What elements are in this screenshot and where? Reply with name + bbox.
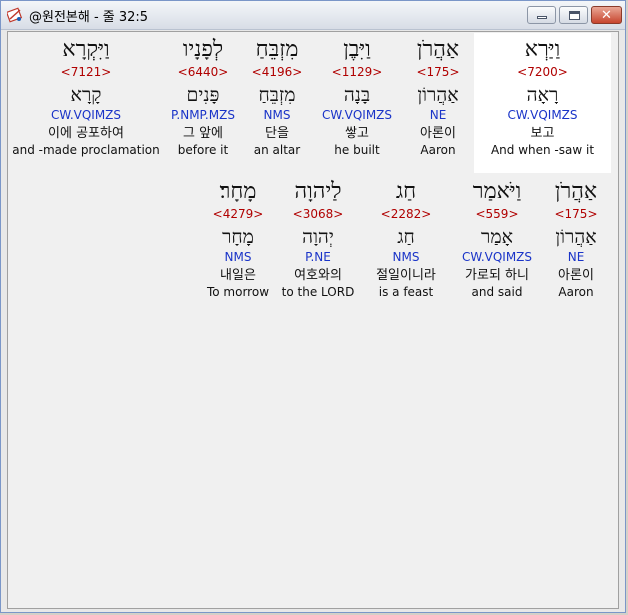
strong-number[interactable]: <7121> bbox=[11, 64, 161, 80]
strong-number[interactable]: <3068> bbox=[276, 206, 360, 222]
strong-number[interactable]: <175> bbox=[400, 64, 476, 80]
hebrew-lemma: רָאָה bbox=[526, 84, 559, 106]
word-block[interactable]: וַיִּבֶן <1129> בָּנָה CW.VQIMZS 쌓고 he b… bbox=[312, 36, 402, 158]
hebrew-lemma: אַהֲרוֹן bbox=[417, 84, 459, 106]
korean-gloss: 그 앞에 bbox=[182, 126, 223, 141]
maximize-button[interactable] bbox=[559, 6, 588, 24]
hebrew-word: וַיִּבֶן bbox=[343, 37, 371, 62]
word-block[interactable]: וַיֹּאמַר <559> אָמַר CW.VQIMZS 가로되 하니 a… bbox=[452, 178, 542, 300]
english-gloss: To morrow bbox=[206, 285, 270, 299]
english-gloss: and -made proclamation bbox=[12, 143, 160, 157]
english-gloss: before it bbox=[177, 143, 229, 157]
word-block[interactable]: מִזְבֵּחַ <4196> מִזְבֵּחַ NMS 단을 an alt… bbox=[244, 36, 310, 158]
hebrew-word: אַהֲרֹן bbox=[416, 37, 460, 62]
korean-gloss: 절일이니라 bbox=[376, 268, 436, 283]
word-block[interactable]: חַג <2282> חַג NMS 절일이니라 is a feast bbox=[364, 178, 448, 300]
morphology-code: NMS bbox=[263, 108, 291, 122]
hebrew-lemma: יְהוָה bbox=[302, 226, 334, 248]
window-title: @원전본해 - 줄 32:5 bbox=[29, 10, 149, 25]
english-gloss: is a feast bbox=[378, 285, 434, 299]
hebrew-word: מִזְבֵּחַ bbox=[255, 37, 299, 62]
word-block[interactable]: לְפָנָיו <6440> פָּנִים P.NMP.MZS 그 앞에 b… bbox=[160, 36, 246, 158]
korean-gloss: 보고 bbox=[530, 126, 555, 141]
app-icon bbox=[7, 7, 23, 23]
close-icon: ✕ bbox=[601, 8, 612, 23]
korean-gloss: 이에 공포하여 bbox=[48, 126, 124, 141]
morphology-code: NE bbox=[567, 250, 585, 264]
word-block[interactable]: אַהֲרֹן <175> אַהֲרוֹן NE 아론이 Aaron bbox=[544, 178, 608, 300]
hebrew-lemma: אָמַר bbox=[481, 226, 513, 248]
word-block[interactable]: לַיהוָה <3068> יְהוָה P.NE 여호와의 to the L… bbox=[276, 178, 360, 300]
korean-gloss: 아론이 bbox=[558, 268, 594, 283]
minimize-button[interactable] bbox=[527, 6, 556, 24]
strong-number[interactable]: <4279> bbox=[204, 206, 272, 222]
word-block[interactable]: וַיִּקְרָא <7121> קָרָא CW.VQIMZS 이에 공포하… bbox=[11, 36, 161, 158]
hebrew-lemma: מָחָר bbox=[222, 226, 254, 248]
morphology-code: CW.VQIMZS bbox=[507, 108, 578, 122]
hebrew-lemma: קָרָא bbox=[70, 84, 102, 106]
english-gloss: and said bbox=[471, 285, 523, 299]
korean-gloss: 단을 bbox=[265, 126, 289, 141]
hebrew-lemma: פָּנִים bbox=[186, 84, 220, 106]
maximize-icon bbox=[569, 11, 580, 20]
korean-gloss: 쌓고 bbox=[345, 126, 369, 141]
morphology-code: CW.VQIMZS bbox=[321, 108, 393, 122]
strong-number[interactable]: <4196> bbox=[244, 64, 310, 80]
minimize-icon bbox=[537, 16, 547, 19]
hebrew-word: חַג bbox=[395, 179, 417, 204]
strong-number[interactable]: <175> bbox=[544, 206, 608, 222]
korean-gloss: 내일은 bbox=[220, 268, 256, 283]
strong-number[interactable]: <6440> bbox=[160, 64, 246, 80]
interlinear-panel: וַיַּרְא <7200> רָאָה CW.VQIMZS 보고 And w… bbox=[7, 31, 619, 609]
hebrew-word: מָחָר׃ bbox=[219, 179, 257, 204]
morphology-code: NE bbox=[429, 108, 447, 122]
hebrew-lemma: מִזְבֵּחַ bbox=[258, 84, 296, 106]
morphology-code: CW.VQIMZS bbox=[461, 250, 533, 264]
english-gloss: Aaron bbox=[420, 143, 456, 157]
english-gloss: And when -saw it bbox=[490, 143, 595, 157]
hebrew-word: לְפָנָיו bbox=[182, 37, 224, 62]
english-gloss: to the LORD bbox=[281, 285, 355, 299]
hebrew-word: וַיֹּאמַר bbox=[472, 179, 522, 204]
title-bar[interactable]: @원전본해 - 줄 32:5 ✕ bbox=[1, 1, 625, 30]
app-window: @원전본해 - 줄 32:5 ✕ וַיַּרְא <7200> רָאָה C… bbox=[0, 0, 626, 613]
close-button[interactable]: ✕ bbox=[591, 6, 622, 24]
hebrew-word: לַיהוָה bbox=[294, 179, 342, 204]
word-block[interactable]: וַיַּרְא <7200> רָאָה CW.VQIMZS 보고 And w… bbox=[474, 36, 611, 158]
korean-gloss: 여호와의 bbox=[294, 268, 342, 283]
morphology-code: NMS bbox=[224, 250, 252, 264]
hebrew-lemma: בָּנָה bbox=[343, 84, 371, 106]
korean-gloss: 가로되 하니 bbox=[465, 268, 529, 283]
morphology-code: P.NE bbox=[305, 250, 331, 264]
hebrew-lemma: חַג bbox=[397, 226, 415, 248]
word-block[interactable]: מָחָר׃ <4279> מָחָר NMS 내일은 To morrow bbox=[204, 178, 272, 300]
hebrew-word: וַיִּקְרָא bbox=[62, 37, 110, 62]
strong-number[interactable]: <559> bbox=[452, 206, 542, 222]
morphology-code: CW.VQIMZS bbox=[50, 108, 122, 122]
hebrew-word: וַיַּרְא bbox=[524, 37, 561, 62]
strong-number[interactable]: <2282> bbox=[364, 206, 448, 222]
hebrew-word: אַהֲרֹן bbox=[554, 179, 598, 204]
english-gloss: he built bbox=[334, 143, 380, 157]
morphology-code: NMS bbox=[392, 250, 420, 264]
english-gloss: an altar bbox=[253, 143, 301, 157]
hebrew-lemma: אַהֲרוֹן bbox=[555, 226, 597, 248]
morphology-code: P.NMP.MZS bbox=[171, 108, 235, 122]
english-gloss: Aaron bbox=[558, 285, 594, 299]
strong-number[interactable]: <1129> bbox=[312, 64, 402, 80]
word-block[interactable]: אַהֲרֹן <175> אַהֲרוֹן NE 아론이 Aaron bbox=[400, 36, 476, 158]
korean-gloss: 아론이 bbox=[420, 126, 456, 141]
strong-number[interactable]: <7200> bbox=[474, 64, 611, 80]
